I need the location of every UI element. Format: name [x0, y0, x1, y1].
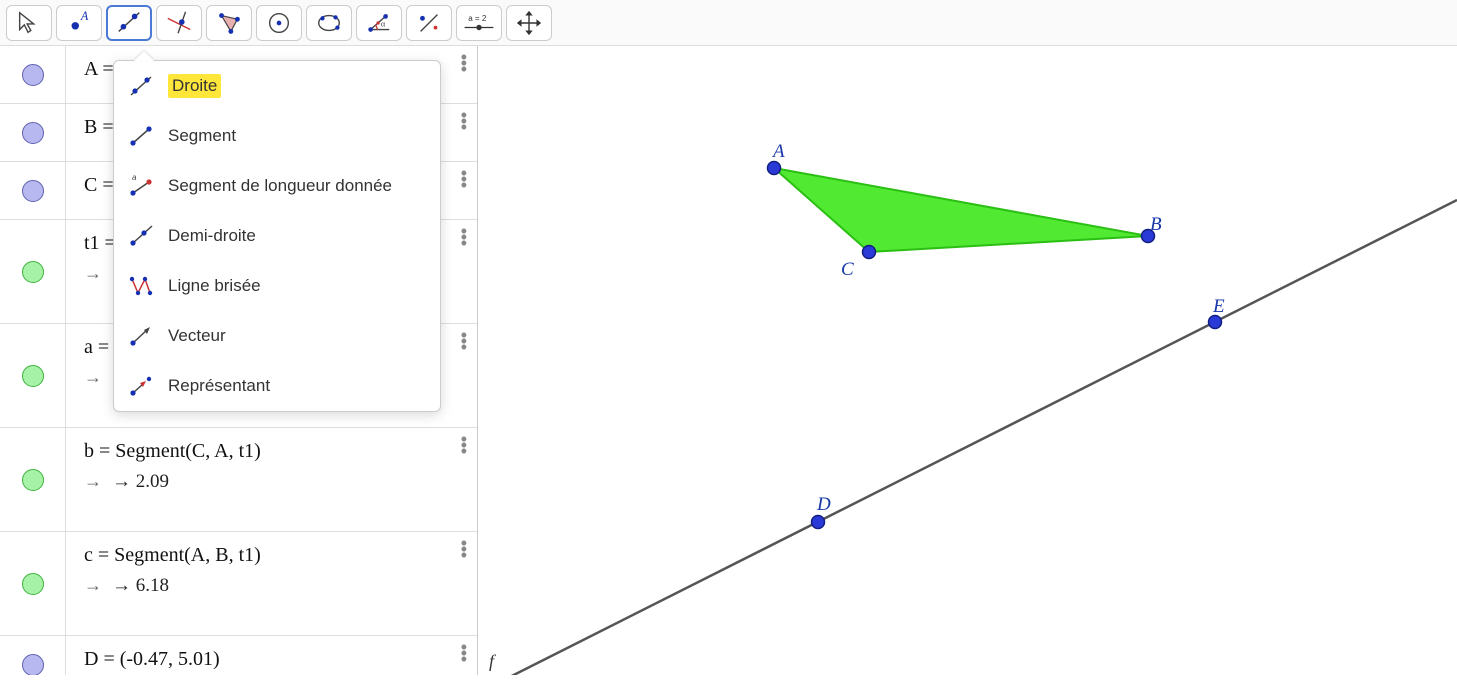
row-menu[interactable]: •••	[461, 332, 467, 350]
expr: t1 =	[84, 232, 116, 254]
line-tool[interactable]	[106, 5, 152, 41]
visibility-dot[interactable]	[22, 573, 44, 595]
segment-fixed-icon: a	[128, 173, 154, 199]
graphics-view[interactable]: A B C D E f	[478, 46, 1457, 675]
point-tool[interactable]: A	[56, 5, 102, 41]
dropdown-label: Ligne brisée	[168, 276, 261, 296]
algebra-panel: A = (-4.01, 8.63) ••• B = (1.8, 7.34) ••…	[0, 46, 478, 675]
row-menu[interactable]: •••	[461, 112, 467, 130]
row-D[interactable]: D = (-0.47, 5.01) •••	[0, 636, 477, 675]
reflect-tool[interactable]	[406, 5, 452, 41]
circle-tool[interactable]	[256, 5, 302, 41]
row-menu[interactable]: •••	[461, 436, 467, 454]
dropdown-label: Représentant	[168, 376, 270, 396]
dropdown-segment[interactable]: Segment	[114, 111, 440, 161]
dropdown-segment-fixed[interactable]: a Segment de longueur donnée	[114, 161, 440, 211]
segment-icon	[128, 123, 154, 149]
visibility-dot[interactable]	[22, 122, 44, 144]
svg-text:A: A	[80, 9, 89, 23]
dropdown-label: Vecteur	[168, 326, 226, 346]
svg-text:a: a	[132, 173, 137, 182]
expr: b = Segment(C, A, t1)	[84, 440, 459, 463]
move-view-tool[interactable]	[506, 5, 552, 41]
toolbar: A α a = 2	[0, 0, 1457, 46]
conic-tool[interactable]	[306, 5, 352, 41]
ray-icon	[128, 223, 154, 249]
visibility-dot[interactable]	[22, 261, 44, 283]
label-B: B	[1150, 214, 1162, 236]
perpendicular-tool[interactable]	[156, 5, 202, 41]
label-C: C	[841, 259, 854, 281]
row-menu[interactable]: •••	[461, 644, 467, 662]
label-E: E	[1213, 296, 1225, 318]
visibility-dot[interactable]	[22, 654, 44, 675]
label-f: f	[489, 651, 494, 672]
dropdown-label: Demi-droite	[168, 226, 256, 246]
row-menu[interactable]: •••	[461, 54, 467, 72]
slider-tool[interactable]: a = 2	[456, 5, 502, 41]
expr: a =	[84, 336, 109, 358]
dropdown-vector-from-point[interactable]: Représentant	[114, 361, 440, 411]
point-A[interactable]	[768, 162, 781, 175]
row-b[interactable]: b = Segment(C, A, t1) →→ 2.09 •••	[0, 428, 477, 532]
row-menu[interactable]: •••	[461, 228, 467, 246]
row-c[interactable]: c = Segment(A, B, t1) →→ 6.18 •••	[0, 532, 477, 636]
line-tool-dropdown: Droite Segment a Segment de longueur don…	[113, 60, 441, 412]
expr: D = (-0.47, 5.01)	[84, 648, 220, 670]
row-menu[interactable]: •••	[461, 540, 467, 558]
polyline-icon	[128, 273, 154, 299]
visibility-dot[interactable]	[22, 469, 44, 491]
svg-text:α: α	[381, 19, 386, 28]
point-C[interactable]	[863, 246, 876, 259]
dropdown-polyline[interactable]: Ligne brisée	[114, 261, 440, 311]
dropdown-vector[interactable]: Vecteur	[114, 311, 440, 361]
label-D: D	[817, 494, 831, 516]
visibility-dot[interactable]	[22, 64, 44, 86]
dropdown-label: Segment de longueur donnée	[168, 176, 392, 196]
line-f[interactable]	[478, 200, 1457, 675]
point-D[interactable]	[812, 516, 825, 529]
vector-from-point-icon	[128, 373, 154, 399]
dropdown-line[interactable]: Droite	[114, 61, 440, 111]
label-A: A	[773, 141, 785, 163]
expr: C =	[84, 174, 114, 196]
expr: B =	[84, 116, 114, 138]
expr: c = Segment(A, B, t1)	[84, 544, 459, 567]
expr: A =	[84, 58, 114, 80]
row-menu[interactable]: •••	[461, 170, 467, 188]
dropdown-ray[interactable]: Demi-droite	[114, 211, 440, 261]
polygon-tool[interactable]	[206, 5, 252, 41]
svg-text:a = 2: a = 2	[468, 14, 487, 23]
visibility-dot[interactable]	[22, 180, 44, 202]
dropdown-label: Segment	[168, 126, 236, 146]
vector-icon	[128, 323, 154, 349]
visibility-dot[interactable]	[22, 365, 44, 387]
line-icon	[128, 73, 154, 99]
angle-tool[interactable]: α	[356, 5, 402, 41]
dropdown-label: Droite	[168, 74, 221, 98]
move-tool[interactable]	[6, 5, 52, 41]
